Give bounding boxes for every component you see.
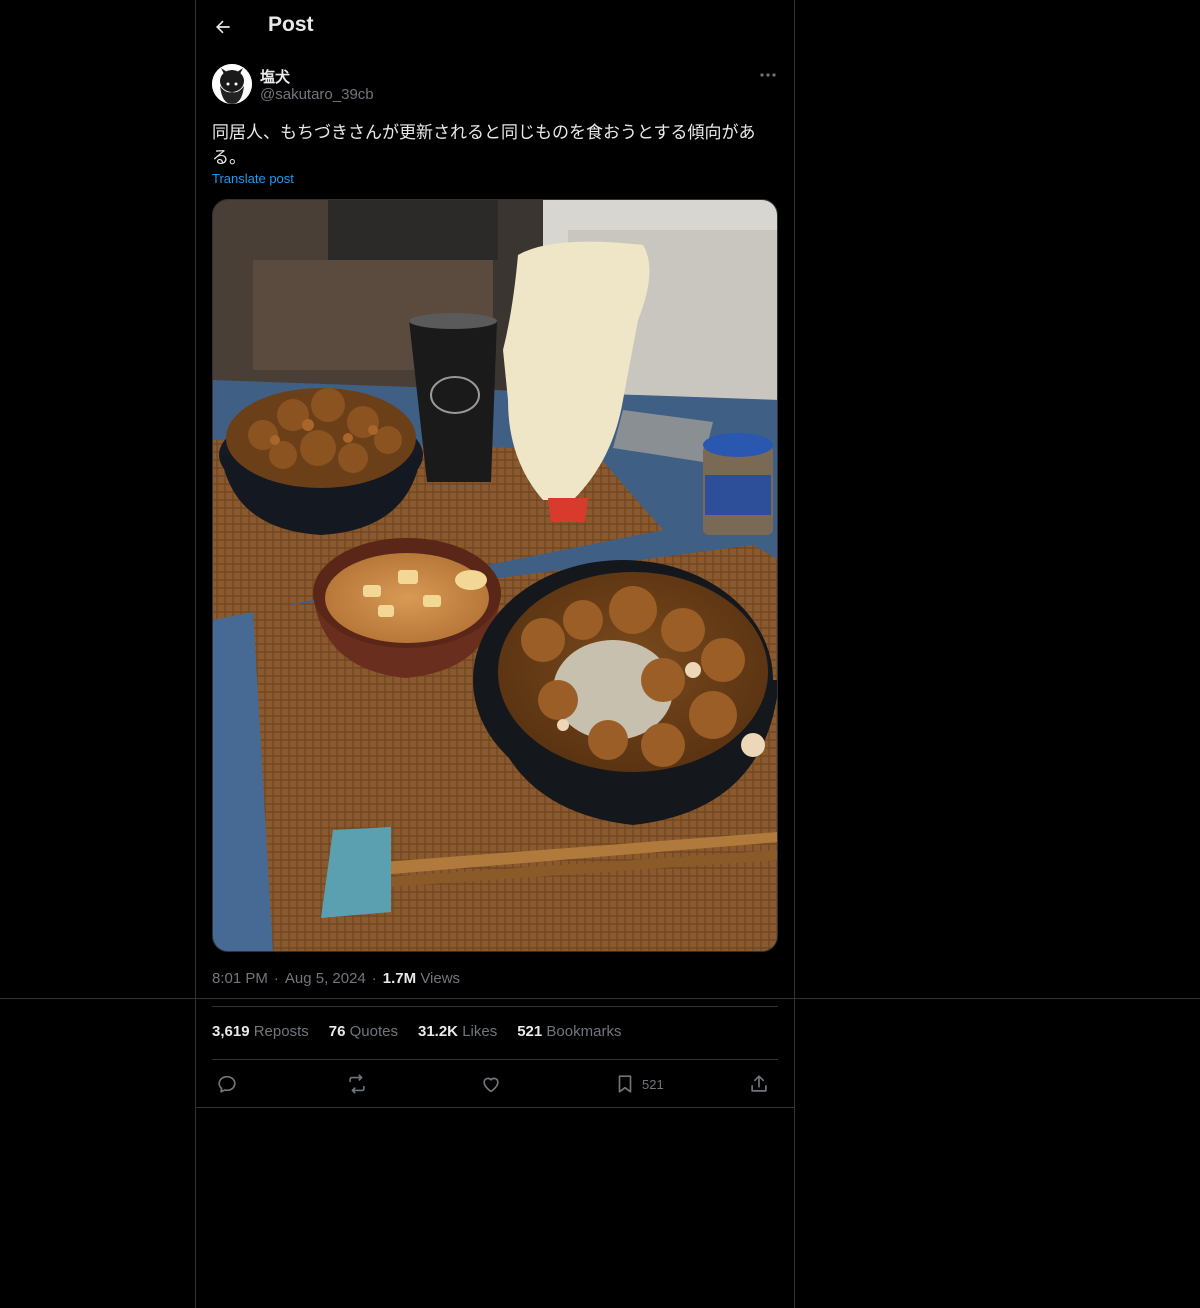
bookmarks-count: 521 xyxy=(517,1023,543,1040)
bookmarks-stat[interactable]: 521 Bookmarks xyxy=(517,1023,621,1040)
post-image[interactable] xyxy=(212,199,778,952)
back-button[interactable] xyxy=(208,12,238,42)
bookmark-button[interactable]: 521 xyxy=(614,1068,664,1100)
likes-label: Likes xyxy=(462,1023,498,1040)
bookmark-count: 521 xyxy=(642,1076,664,1092)
like-icon xyxy=(483,1077,499,1093)
reply-button[interactable] xyxy=(216,1068,238,1100)
food-photo xyxy=(213,200,777,951)
share-icon xyxy=(751,1075,767,1092)
share-button[interactable] xyxy=(748,1068,770,1100)
avatar[interactable] xyxy=(212,64,252,104)
reposts-stat[interactable]: 3,619 Reposts xyxy=(212,1023,309,1040)
separator-dot: · xyxy=(371,970,377,987)
top-header: Post xyxy=(196,0,794,53)
post-date[interactable]: Aug 5, 2024 xyxy=(285,970,366,987)
views-count: 1.7M xyxy=(382,970,417,987)
bookmarks-label: Bookmarks xyxy=(546,1023,622,1040)
translate-post-link[interactable]: Translate post xyxy=(212,171,294,186)
likes-count: 31.2K xyxy=(417,1023,459,1040)
post-column: Post 塩犬 @sakutaro_39cb 同居人、もちづきさんが更新されると… xyxy=(195,0,795,1308)
author-handle[interactable]: @sakutaro_39cb xyxy=(260,86,374,103)
post-time[interactable]: 8:01 PM xyxy=(212,970,268,987)
reply-icon xyxy=(218,1075,236,1093)
separator-dot: · xyxy=(273,970,279,987)
post-metadata: 8:01 PM · Aug 5, 2024 · 1.7M Views xyxy=(212,970,460,987)
bookmark-icon xyxy=(618,1075,632,1093)
author-display-name[interactable]: 塩犬 xyxy=(260,66,290,87)
views-label: Views xyxy=(420,970,461,987)
post-text: 同居人、もちづきさんが更新されると同じものを食おうとする傾向がある。 xyxy=(212,123,756,167)
actions-bottom-divider xyxy=(196,1107,794,1108)
quotes-label: Quotes xyxy=(349,1023,398,1040)
more-icon xyxy=(760,73,776,77)
page-title: Post xyxy=(268,13,314,36)
repost-button[interactable] xyxy=(346,1068,368,1100)
like-button[interactable] xyxy=(480,1068,502,1100)
repost-icon xyxy=(349,1074,365,1094)
engagement-stats: 3,619 Reposts 76 Quotes 31.2K Likes 521 … xyxy=(212,1023,621,1040)
actions-top-divider xyxy=(212,1059,778,1060)
quotes-count: 76 xyxy=(328,1023,346,1040)
back-arrow-icon xyxy=(216,20,230,34)
more-button[interactable] xyxy=(756,64,780,86)
likes-stat[interactable]: 31.2K Likes xyxy=(418,1023,497,1040)
reposts-count: 3,619 xyxy=(212,1023,250,1040)
quotes-stat[interactable]: 76 Quotes xyxy=(329,1023,398,1040)
action-bar: 521 xyxy=(212,1068,778,1100)
reposts-label: Reposts xyxy=(253,1023,309,1040)
stats-top-divider xyxy=(212,1006,778,1007)
